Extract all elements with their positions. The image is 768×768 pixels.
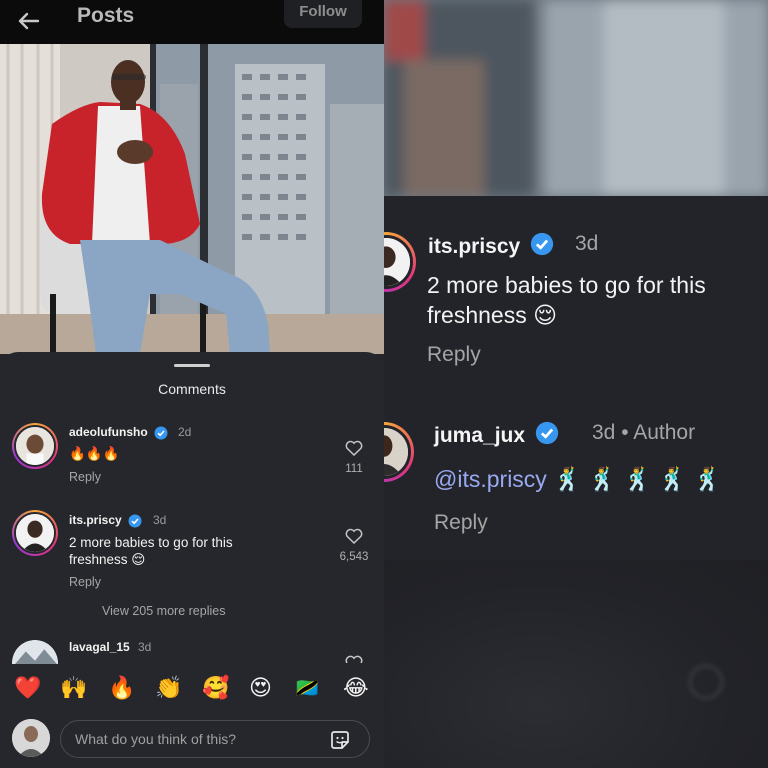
comment-time: 3d	[575, 232, 599, 255]
sheet-grabber[interactable]	[174, 364, 210, 367]
comment-text-line1: 2 more babies to go for this	[427, 272, 706, 298]
reaction-fire[interactable]: 🔥	[108, 674, 135, 704]
quick-reactions-bar: ❤️ 🙌 🔥 👏 🥰 😍 🇹🇿 😂	[0, 674, 384, 708]
reply-button[interactable]: Reply	[69, 470, 101, 484]
like-heart-icon[interactable]	[345, 440, 363, 456]
reaction-heart[interactable]: ❤️	[14, 674, 41, 704]
back-arrow-icon[interactable]	[16, 8, 42, 34]
comment-text-line1: 2 more babies to go for this	[69, 535, 233, 550]
comment-username[interactable]: juma_jux	[434, 421, 559, 448]
blurred-icon	[688, 664, 724, 700]
like-heart-icon[interactable]	[345, 655, 363, 663]
author-tag: • Author	[621, 421, 696, 444]
comment-username[interactable]: its.priscy	[69, 513, 142, 528]
avatar-image	[12, 719, 50, 757]
like-count: 6,543	[339, 551, 369, 563]
left-panel: Posts Follow Comments adeolufunsho 2d 🔥🔥…	[0, 0, 384, 768]
reaction-tanzania-flag[interactable]: 🇹🇿	[296, 674, 318, 704]
comment-text: @its.priscy 🕺 🕺 🕺 🕺 🕺	[434, 464, 722, 494]
comment-username[interactable]: adeolufunsho	[69, 425, 168, 440]
comment-time: 3d	[138, 640, 152, 654]
reaction-smiling-hearts[interactable]: 🥰	[202, 674, 229, 704]
comment-username[interactable]: lavagal_15	[69, 640, 130, 654]
comment-time-author: 3d • Author	[592, 421, 696, 444]
comment-emojis: 🕺 🕺 🕺 🕺 🕺	[546, 466, 722, 492]
comment-text: 🔥🔥🔥	[69, 446, 120, 461]
avatar-image	[384, 428, 408, 476]
avatar-image	[384, 238, 410, 286]
avatar-image	[16, 514, 54, 552]
comment-time: 2d	[178, 425, 192, 439]
comments-title: Comments	[158, 381, 226, 397]
sticker-icon[interactable]	[329, 729, 351, 751]
comment-text-line2: freshness 😌	[69, 552, 146, 567]
reply-button[interactable]: Reply	[434, 511, 488, 535]
like-count: 111	[345, 463, 363, 475]
post-photo[interactable]	[0, 44, 384, 354]
reaction-raised-hands[interactable]: 🙌	[60, 674, 87, 704]
reply-button[interactable]: Reply	[427, 343, 481, 367]
comment-input-placeholder: What do you think of this?	[75, 731, 237, 747]
verified-badge-icon	[154, 426, 168, 440]
reaction-heart-eyes[interactable]: 😍	[249, 674, 272, 704]
verified-badge-icon	[530, 232, 554, 256]
blurred-composer-area	[384, 560, 768, 768]
avatar-image	[16, 427, 54, 465]
view-more-replies[interactable]: View 205 more replies	[102, 604, 225, 618]
verified-badge-icon	[128, 514, 142, 528]
post-photo-zoomed	[384, 0, 768, 196]
current-user-avatar	[12, 719, 50, 757]
like-heart-icon[interactable]	[345, 528, 363, 544]
comment-input[interactable]: What do you think of this?	[60, 720, 370, 758]
blurred-text	[384, 680, 391, 711]
top-bar: Posts Follow	[0, 0, 384, 44]
right-panel-zoomed: its.priscy 3d 2 more babies to go for th…	[384, 0, 768, 768]
reply-button[interactable]: Reply	[69, 575, 101, 589]
follow-button[interactable]: Follow	[284, 0, 362, 28]
mention-link[interactable]: @its.priscy	[434, 466, 547, 492]
avatar-adeolufunsho[interactable]	[12, 423, 58, 469]
post-photo-illustration	[0, 44, 384, 354]
comment-time: 3d	[153, 513, 167, 527]
comment-username[interactable]: its.priscy	[428, 232, 554, 259]
page-title: Posts	[77, 4, 135, 27]
avatar-its-priscy[interactable]	[12, 510, 58, 556]
post-photo-blurred	[384, 0, 768, 196]
verified-badge-icon	[535, 421, 559, 445]
reaction-joy[interactable]: 😂	[343, 674, 369, 704]
comment-text-line2: freshness 😌	[427, 302, 558, 328]
reaction-clap[interactable]: 👏	[155, 674, 182, 704]
